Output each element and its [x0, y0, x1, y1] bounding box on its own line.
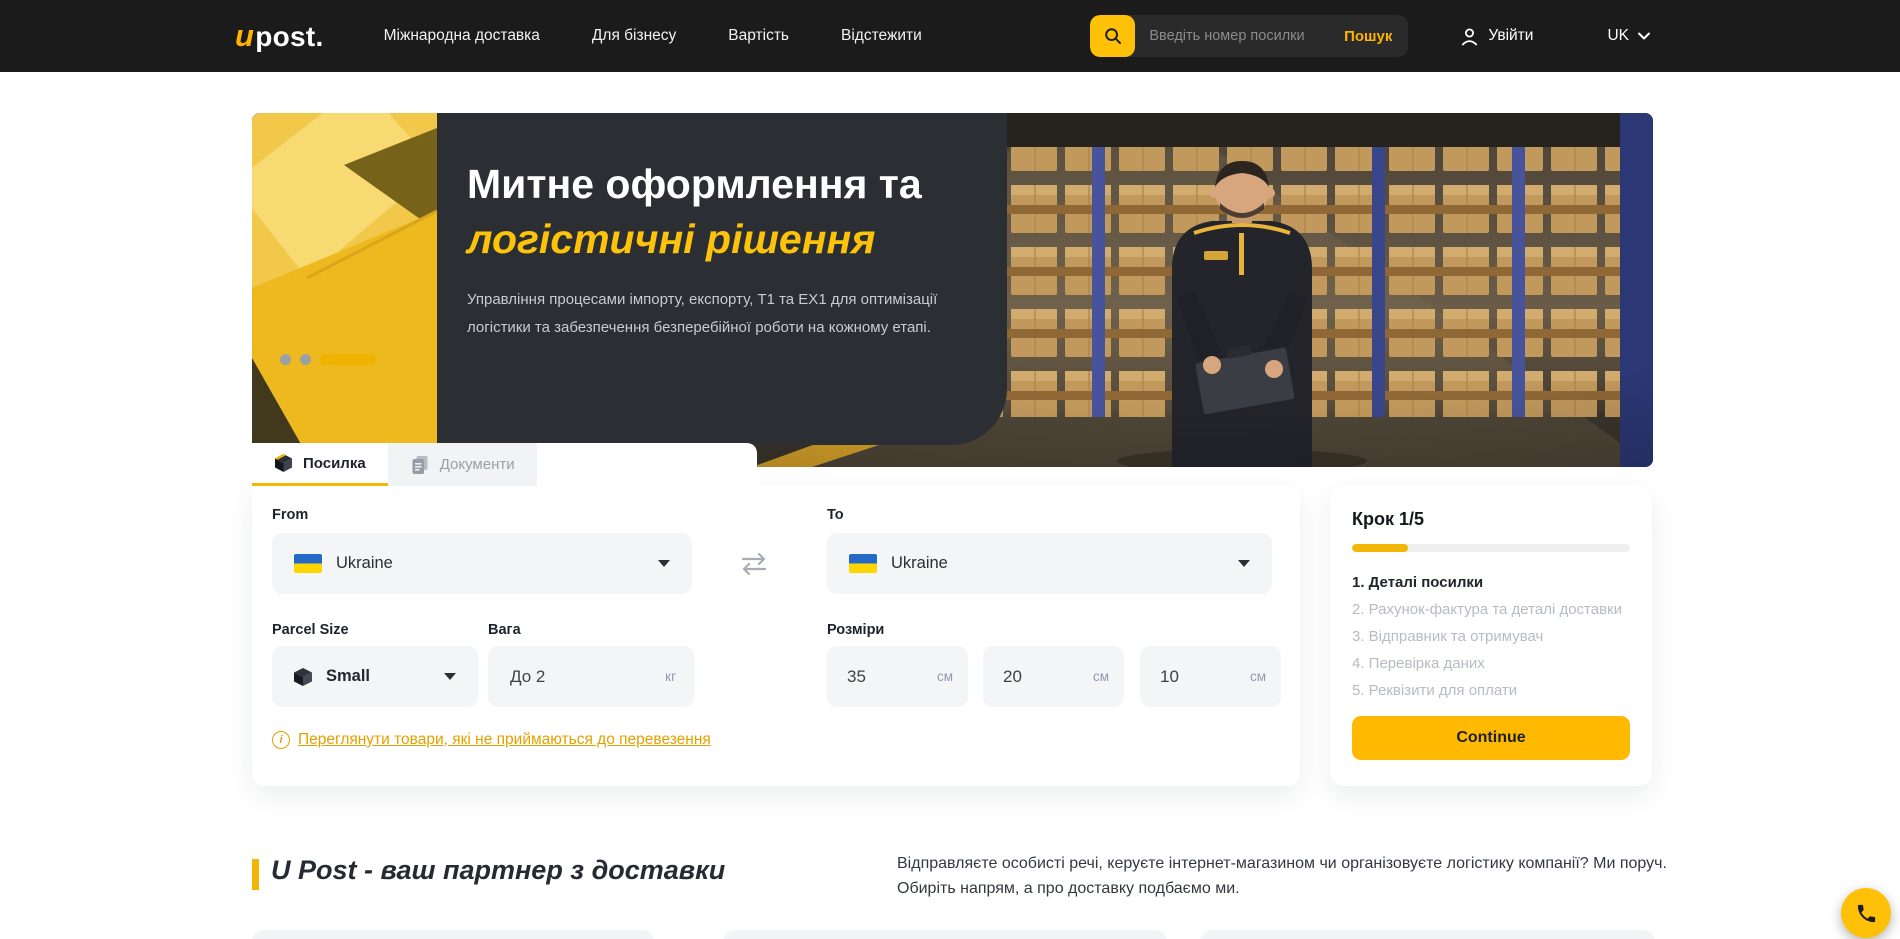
dimension-unit: см: [1093, 669, 1109, 684]
step-item-2: 2. Рахунок-фактура та деталі доставки: [1352, 601, 1630, 618]
phone-icon: [1855, 902, 1878, 925]
navbar: upost. Міжнародна доставка Для бізнесу В…: [0, 0, 1900, 72]
weight-value: До 2: [510, 667, 545, 687]
hero-title: Митне оформлення та логістичні рішення: [467, 157, 1007, 266]
carousel-dot[interactable]: [300, 354, 311, 365]
nav-link-track[interactable]: Відстежити: [841, 27, 922, 45]
documents-icon: [410, 455, 430, 475]
from-country-select[interactable]: Ukraine: [272, 533, 692, 594]
step-item-5: 5. Реквізити для оплати: [1352, 682, 1630, 699]
search-input[interactable]: [1135, 28, 1328, 44]
step-item-3: 3. Відправник та отримувач: [1352, 628, 1630, 645]
calculator-form-card: From Ukraine To Ukraine Parcel Size: [252, 485, 1300, 786]
carousel-dots: [280, 354, 376, 365]
intro-heading: U Post - ваш партнер з доставки: [271, 855, 725, 886]
logo-text: post.: [255, 21, 323, 53]
dimension-height-value: 10: [1160, 667, 1179, 687]
dimension-length-value: 35: [847, 667, 866, 687]
tracking-search: Пошук: [1090, 15, 1408, 57]
steps-progress-card: Крок 1/5 1. Деталі посилки 2. Рахунок-фа…: [1330, 485, 1652, 786]
intro-paragraph: Відправляєте особисті речі, керуєте інте…: [897, 851, 1672, 901]
nav-link-pricing[interactable]: Вартість: [728, 27, 789, 45]
language-selector[interactable]: UK: [1607, 27, 1650, 45]
dimension-unit: см: [937, 669, 953, 684]
hero-title-line2: логістичні рішення: [467, 216, 875, 262]
tab-parcel[interactable]: Посилка: [252, 443, 388, 486]
steps-title: Крок 1/5: [1352, 509, 1630, 530]
person-icon: [1460, 27, 1479, 46]
to-country-select[interactable]: Ukraine: [827, 533, 1272, 594]
progress-bar-fill: [1352, 544, 1408, 552]
caret-down-icon: [1238, 560, 1250, 567]
dimension-width-value: 20: [1003, 667, 1022, 687]
progress-bar: [1352, 544, 1630, 552]
hero-banner: Митне оформлення та логістичні рішення У…: [252, 113, 1653, 467]
swap-arrows-icon: [739, 551, 769, 577]
login-label: Увійти: [1488, 27, 1533, 45]
ukraine-flag-icon: [849, 554, 877, 573]
shipment-type-tabs: Посилка Документи: [252, 443, 757, 486]
direction-card[interactable]: [252, 930, 654, 939]
weight-unit: кг: [665, 669, 676, 684]
steps-list: 1. Деталі посилки 2. Рахунок-фактура та …: [1352, 574, 1630, 699]
dimension-width-input[interactable]: 20 см: [983, 646, 1124, 707]
carousel-dot-active[interactable]: [320, 354, 376, 365]
tab-documents-label: Документи: [440, 456, 515, 473]
login-button[interactable]: Увійти: [1460, 27, 1533, 46]
restricted-goods-link-text: Переглянути товари, які не приймаються д…: [298, 731, 711, 749]
nav-link-for-business[interactable]: Для бізнесу: [592, 27, 676, 45]
direction-card[interactable]: [1200, 930, 1655, 939]
weight-label: Вага: [488, 622, 521, 638]
search-submit-button[interactable]: Пошук: [1328, 28, 1408, 45]
dimension-unit: см: [1250, 669, 1266, 684]
chat-button[interactable]: [1841, 888, 1891, 938]
hero-title-line1: Митне оформлення та: [467, 161, 922, 207]
parcel-size-box-icon: [292, 666, 314, 688]
carousel-dot[interactable]: [280, 354, 291, 365]
main-nav: Міжнародна доставка Для бізнесу Вартість…: [384, 27, 922, 45]
step-item-4: 4. Перевірка даних: [1352, 655, 1630, 672]
caret-down-icon: [444, 673, 456, 680]
tab-parcel-label: Посилка: [303, 455, 366, 472]
to-country-value: Ukraine: [891, 554, 948, 573]
hero-text-panel: Митне оформлення та логістичні рішення У…: [437, 113, 1007, 445]
caret-down-icon: [658, 560, 670, 567]
parcel-box-icon: [274, 453, 293, 473]
info-icon: i: [272, 731, 290, 749]
direction-card[interactable]: [723, 930, 1167, 939]
dimensions-label: Розміри: [827, 622, 884, 638]
logo-accent: u: [235, 18, 254, 54]
logo[interactable]: upost.: [235, 18, 324, 54]
restricted-goods-link[interactable]: i Переглянути товари, які не приймаються…: [272, 731, 711, 749]
dimension-length-input[interactable]: 35 см: [827, 646, 968, 707]
swap-countries-button[interactable]: [736, 547, 772, 581]
from-country-value: Ukraine: [336, 554, 393, 573]
tab-documents[interactable]: Документи: [388, 443, 537, 486]
from-label: From: [272, 507, 308, 523]
page: upost. Міжнародна доставка Для бізнесу В…: [0, 0, 1900, 939]
search-icon-button[interactable]: [1090, 15, 1135, 57]
parcel-size-select[interactable]: Small: [272, 646, 478, 707]
heading-accent-bar: [252, 859, 259, 890]
parcel-size-label: Parcel Size: [272, 622, 349, 638]
dimension-height-input[interactable]: 10 см: [1140, 646, 1281, 707]
chevron-down-icon: [1638, 32, 1650, 40]
parcel-size-value: Small: [326, 667, 370, 686]
weight-input[interactable]: До 2 кг: [488, 646, 694, 707]
to-label: To: [827, 507, 844, 523]
continue-button[interactable]: Continue: [1352, 716, 1630, 760]
ukraine-flag-icon: [294, 554, 322, 573]
step-item-1: 1. Деталі посилки: [1352, 574, 1630, 591]
search-icon: [1103, 26, 1123, 46]
hero-subtitle: Управління процесами імпорту, експорту, …: [467, 286, 989, 342]
language-code: UK: [1607, 27, 1629, 45]
nav-link-international-delivery[interactable]: Міжнародна доставка: [384, 27, 540, 45]
